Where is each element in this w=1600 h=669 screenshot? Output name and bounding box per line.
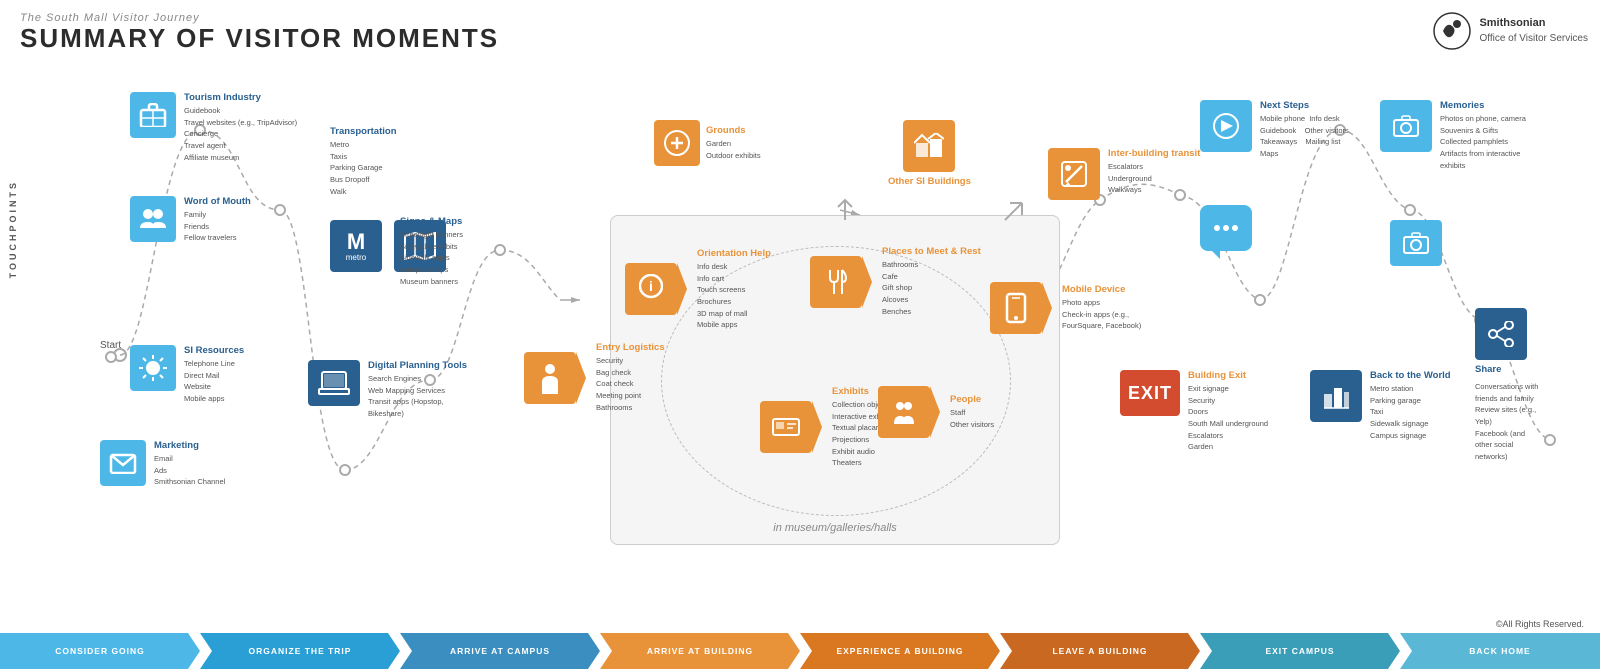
places-to-meet-node: Places to Meet & Rest BathroomsCafeGift …: [810, 246, 981, 317]
share-icon: [1487, 321, 1515, 347]
segment-back-home: BACK HOME: [1400, 633, 1600, 669]
tourism-industry-node: Tourism Industry GuidebookTravel website…: [130, 92, 297, 163]
speech-bubble-node: [1200, 205, 1252, 251]
phone-icon: [1005, 292, 1027, 324]
back-to-world-node: Back to the World Metro stationParking g…: [1310, 370, 1451, 441]
inter-building-transit-node: Inter-building transit EscalatorsUndergr…: [1048, 148, 1200, 200]
exhibits-node: Exhibits Collection objectsInteractive e…: [760, 386, 894, 469]
info-icon: i: [639, 274, 663, 304]
signs-maps-items: Streetlight bannersSidewalk exhibitsSide…: [400, 229, 463, 287]
grounds-icon: [663, 129, 691, 157]
start-node: Start: [100, 340, 121, 363]
word-of-mouth-items: FamilyFriendsFellow travelers: [184, 209, 251, 244]
marketing-items: EmailAdsSmithsonian Channel: [154, 453, 225, 488]
suitcase-icon: [139, 103, 167, 127]
logo-area: Smithsonian Office of Visitor Services: [1433, 12, 1588, 50]
touchpoints-label: TOUCHPOINTS: [8, 180, 18, 278]
person-icon: [536, 362, 564, 394]
si-resources-title: SI Resources: [184, 345, 244, 356]
people-node: People StaffOther visitors: [878, 386, 994, 438]
si-resources-node: SI Resources Telephone LineDirect MailWe…: [130, 345, 244, 405]
transportation-items: MetroTaxisParking GarageBus DropoffWalk: [330, 139, 397, 197]
segment-leave-building: LEAVE A BUILDING: [1000, 633, 1200, 669]
buildings-icon: [914, 133, 944, 159]
people2-icon: [890, 398, 918, 426]
si-resources-items: Telephone LineDirect MailWebsiteMobile a…: [184, 358, 244, 405]
smithsonian-logo-icon: [1433, 12, 1471, 50]
transportation-title: Transportation: [330, 126, 397, 137]
exhibit-icon: [771, 415, 801, 439]
segment-experience-building: EXPERIENCE A BUILDING: [800, 633, 1000, 669]
logo-text: Smithsonian Office of Visitor Services: [1479, 16, 1588, 45]
arrow-up-icon: [830, 195, 860, 225]
mobile-device-node: Mobile Device Photo appsCheck-in apps (e…: [990, 282, 1141, 334]
digital-planning-title: Digital Planning Tools: [368, 360, 467, 371]
camera-icon: [1392, 114, 1420, 138]
header-title: SUMMARY OF VISITOR MOMENTS: [20, 24, 499, 53]
fork-knife-icon: [822, 268, 850, 296]
transportation-node: Transportation MetroTaxisParking GarageB…: [330, 126, 397, 197]
museum-label: in museum/galleries/halls: [773, 522, 897, 534]
other-si-node: Other SI Buildings: [888, 120, 971, 189]
marketing-node: Marketing EmailAdsSmithsonian Channel: [100, 440, 225, 488]
bottom-bar: CONSIDER GOING ORGANIZE THE TRIP ARRIVE …: [0, 633, 1600, 669]
marketing-title: Marketing: [154, 440, 225, 451]
segment-arrive-building: ARRIVE AT BUILDING: [600, 633, 800, 669]
segment-consider-going: CONSIDER GOING: [0, 633, 200, 669]
next-steps-node: Next Steps Mobile phone Info deskGuidebo…: [1200, 100, 1349, 160]
envelope-icon: [109, 452, 137, 474]
dots-icon: [1212, 221, 1240, 235]
digital-planning-node: Digital Planning Tools Search EnginesWeb…: [308, 360, 467, 420]
next-steps-icon: [1211, 112, 1241, 140]
grounds-node: Grounds GardenOutdoor exhibits: [654, 120, 761, 166]
tourism-items: GuidebookTravel websites (e.g., TripAdvi…: [184, 105, 297, 163]
signs-maps-node: Signs & Maps Streetlight bannersSidewalk…: [400, 216, 463, 287]
laptop-icon: [318, 370, 350, 396]
header: The South Mall Visitor Journey SUMMARY O…: [20, 12, 499, 53]
segment-arrive-campus: ARRIVE AT CAMPUS: [400, 633, 600, 669]
orientation-help-node: i Orientation Help Info deskInfo cartTou…: [625, 248, 771, 331]
camera2-icon: [1402, 231, 1430, 255]
entry-logistics-node: Entry Logistics SecurityBag checkCoat ch…: [524, 342, 665, 413]
people-icon: [138, 206, 168, 232]
escalator-icon: [1060, 160, 1088, 188]
digital-planning-items: Search EnginesWeb Mapping ServicesTransi…: [368, 373, 467, 420]
svg-text:i: i: [649, 278, 653, 294]
memories-node: Memories Photos on phone, cameraSouvenir…: [1380, 100, 1526, 171]
city-icon: [1322, 382, 1350, 410]
camera2-node: [1390, 220, 1442, 266]
main-diagram: The South Mall Visitor Journey SUMMARY O…: [0, 0, 1600, 620]
signs-maps-title: Signs & Maps: [400, 216, 463, 227]
segment-exit-campus: EXIT CAMPUS: [1200, 633, 1400, 669]
building-exit-node: EXIT Building Exit Exit signageSecurityD…: [1120, 370, 1268, 453]
word-of-mouth-node: Word of Mouth FamilyFriendsFellow travel…: [130, 196, 251, 244]
arrow-up-right-icon: [1000, 195, 1030, 225]
word-of-mouth-title: Word of Mouth: [184, 196, 251, 207]
segment-organize-trip: ORGANIZE THE TRIP: [200, 633, 400, 669]
share-node: Share Conversations withfriends and fami…: [1475, 308, 1538, 462]
copyright: ©All Rights Reserved.: [1496, 619, 1584, 629]
tourism-title: Tourism Industry: [184, 92, 297, 103]
sun-icon: [138, 354, 168, 382]
